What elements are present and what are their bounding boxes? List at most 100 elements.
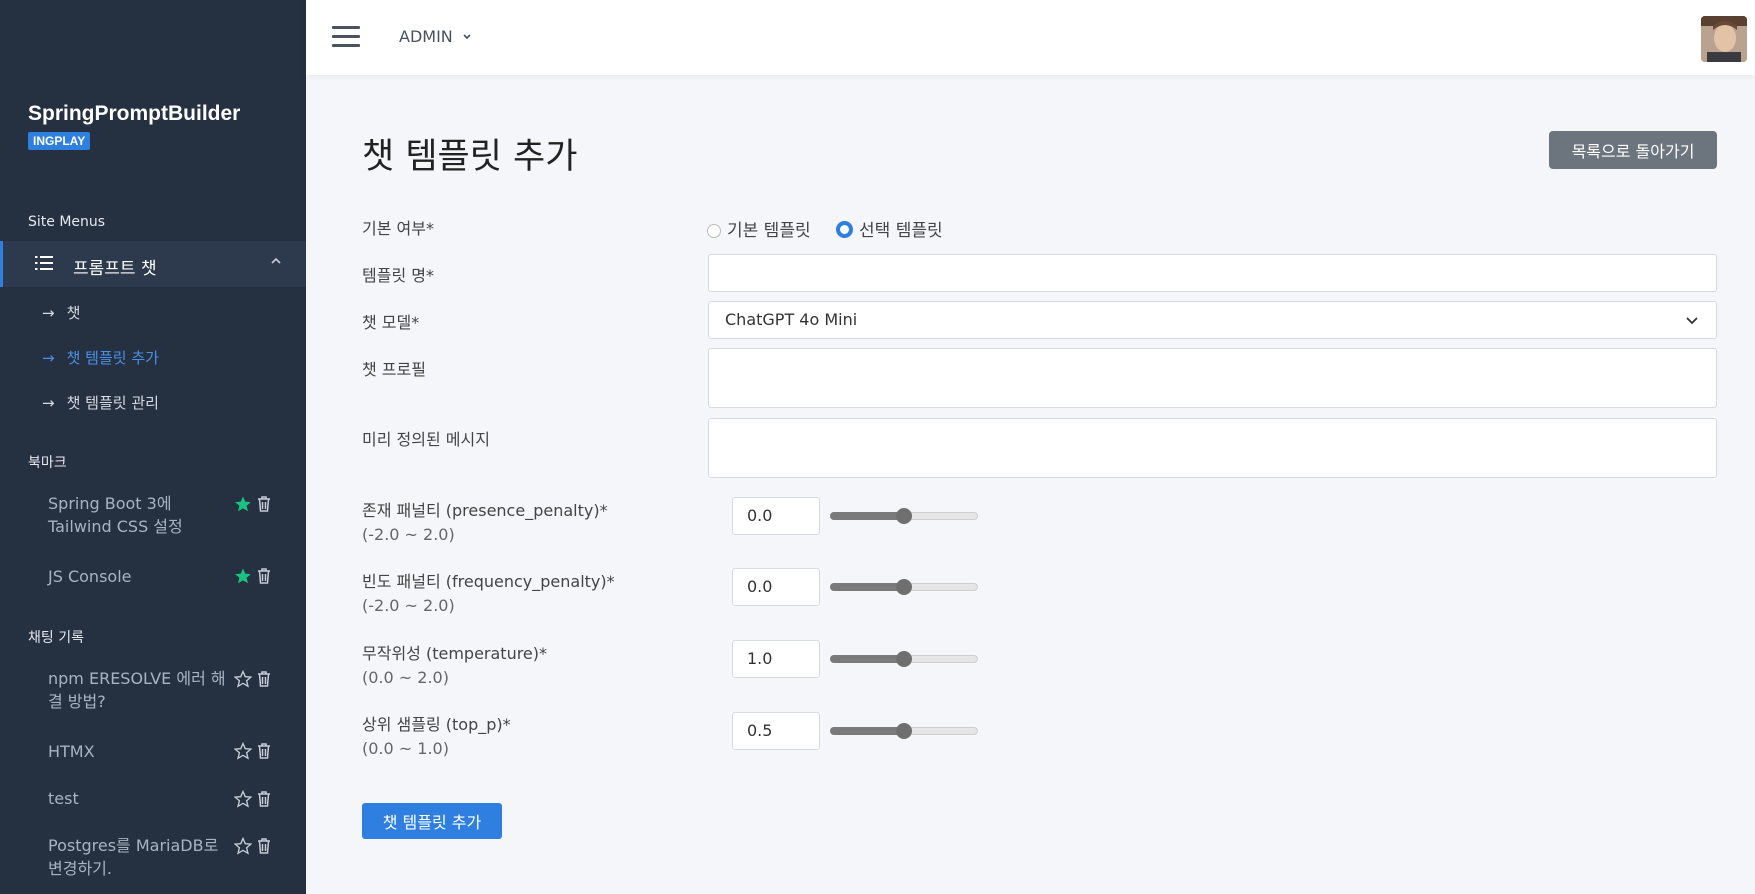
chevron-down-icon [1686, 317, 1698, 325]
admin-dropdown[interactable]: ADMIN [399, 27, 472, 46]
arrow-right-icon: → [42, 349, 55, 367]
model-select-value: ChatGPT 4o Mini [725, 310, 858, 329]
brand-badge: INGPLAY [28, 132, 91, 150]
star-filled-icon[interactable] [234, 495, 252, 513]
slider-thumb[interactable] [896, 579, 912, 595]
profile-label: 챗 프로필 [362, 360, 426, 379]
sidebar-item-chat[interactable]: → 챗 [42, 302, 80, 323]
hamburger-menu-icon[interactable] [332, 26, 360, 48]
star-outline-icon[interactable] [234, 790, 252, 808]
profile-textarea[interactable] [708, 348, 1717, 408]
radio-select-template[interactable]: 선택 템플릿 [836, 221, 943, 241]
topbar: ADMIN [306, 0, 1755, 75]
star-outline-icon[interactable] [234, 837, 252, 855]
frequency-penalty-slider[interactable] [830, 579, 978, 595]
bookmark-actions [234, 495, 274, 515]
chat-history-actions [234, 837, 274, 857]
chevron-down-icon [463, 34, 471, 40]
radio-circle-checked [836, 221, 854, 238]
trash-icon[interactable] [256, 837, 272, 855]
template-type-radio-group: 기본 템플릿 선택 템플릿 [707, 216, 943, 241]
star-filled-icon[interactable] [234, 567, 252, 585]
param-label: 빈도 패널티 (frequency_penalty)* [362, 572, 615, 591]
radio-label: 선택 템플릿 [859, 221, 943, 241]
sidebar-item-add-template[interactable]: → 챗 템플릿 추가 [42, 347, 159, 368]
sidebar-item-manage-templates[interactable]: → 챗 템플릿 관리 [42, 392, 159, 413]
list-icon [35, 256, 53, 270]
param-label: 상위 샘플링 (top_p)* [362, 715, 511, 734]
brand[interactable]: SpringPromptBuilder INGPLAY [28, 102, 240, 150]
default-label: 기본 여부* [362, 219, 434, 238]
sidebar-item-label: 챗 템플릿 관리 [66, 394, 159, 412]
frequency-penalty-label: 빈도 패널티 (frequency_penalty)* (-2.0 ~ 2.0) [362, 568, 615, 615]
avatar-image [1701, 16, 1747, 62]
chat-history-title: 채팅 기록 [28, 630, 84, 646]
bookmark-actions [234, 567, 274, 587]
star-outline-icon[interactable] [234, 742, 252, 760]
add-template-button[interactable]: 챗 템플릿 추가 [362, 803, 502, 839]
presence-penalty-input[interactable]: 0.0 [732, 497, 820, 535]
param-label: 무작위성 (temperature)* [362, 644, 548, 663]
param-range: (0.0 ~ 1.0) [362, 739, 449, 758]
sidebar-item-label: 챗 [66, 304, 81, 322]
chat-history-actions [234, 670, 274, 690]
chat-history-actions [234, 790, 274, 810]
slider-fill [830, 727, 904, 735]
top-p-slider[interactable] [830, 723, 978, 739]
sidebar-item-label: 챗 템플릿 추가 [66, 349, 159, 367]
slider-thumb[interactable] [896, 651, 912, 667]
presence-penalty-label: 존재 패널티 (presence_penalty)* (-2.0 ~ 2.0) [362, 497, 608, 544]
radio-label: 기본 템플릿 [727, 221, 811, 241]
model-label: 챗 모델* [362, 313, 420, 332]
top-p-label: 상위 샘플링 (top_p)* (0.0 ~ 1.0) [362, 711, 511, 758]
param-label: 존재 패널티 (presence_penalty)* [362, 501, 608, 520]
bookmarks-title: 북마크 [28, 455, 67, 471]
trash-icon[interactable] [256, 495, 272, 513]
bookmark-item[interactable]: Spring Boot 3에 Tailwind CSS 설정 [48, 492, 228, 538]
temperature-label: 무작위성 (temperature)* (0.0 ~ 2.0) [362, 640, 547, 687]
model-select[interactable]: ChatGPT 4o Mini [708, 301, 1717, 339]
slider-fill [830, 583, 904, 591]
frequency-penalty-input[interactable]: 0.0 [732, 568, 820, 606]
avatar[interactable] [1701, 16, 1747, 62]
temperature-input[interactable]: 1.0 [732, 640, 820, 678]
chevron-up-icon[interactable] [270, 255, 282, 267]
sidebar: SpringPromptBuilder INGPLAY Site Menus 프… [0, 0, 306, 894]
predefined-message-textarea[interactable] [708, 418, 1717, 478]
admin-label: ADMIN [399, 27, 453, 46]
radio-circle [707, 224, 721, 238]
param-range: (0.0 ~ 2.0) [362, 668, 449, 687]
chat-history-actions [234, 742, 274, 762]
presence-penalty-slider[interactable] [830, 508, 978, 524]
temperature-slider[interactable] [830, 651, 978, 667]
template-name-label: 템플릿 명* [362, 266, 434, 285]
site-menus-title: Site Menus [28, 214, 106, 230]
radio-default-template[interactable]: 기본 템플릿 [707, 221, 811, 241]
slider-thumb[interactable] [896, 508, 912, 524]
template-name-input[interactable] [708, 254, 1717, 292]
back-to-list-button[interactable]: 목록으로 돌아가기 [1549, 131, 1717, 169]
menu-prompt-chat[interactable]: 프롬프트 챗 [0, 241, 306, 287]
top-p-input[interactable]: 0.5 [732, 712, 820, 750]
chat-history-item[interactable]: npm ERESOLVE 에러 해결 방법? [48, 667, 228, 713]
slider-fill [830, 512, 904, 520]
page-title: 챗 템플릿 추가 [362, 137, 578, 177]
slider-thumb[interactable] [896, 723, 912, 739]
predefined-message-label: 미리 정의된 메시지 [362, 430, 490, 449]
chat-history-item[interactable]: test [48, 787, 228, 810]
trash-icon[interactable] [256, 790, 272, 808]
arrow-right-icon: → [42, 394, 55, 412]
bookmark-item[interactable]: JS Console [48, 565, 228, 588]
menu-prompt-chat-label: 프롬프트 챗 [73, 259, 157, 279]
chat-history-item[interactable]: HTMX [48, 740, 228, 763]
param-range: (-2.0 ~ 2.0) [362, 596, 455, 615]
slider-fill [830, 655, 904, 663]
star-outline-icon[interactable] [234, 670, 252, 688]
param-range: (-2.0 ~ 2.0) [362, 525, 455, 544]
chat-history-item[interactable]: Postgres를 MariaDB로 변경하기. [48, 834, 228, 880]
trash-icon[interactable] [256, 567, 272, 585]
trash-icon[interactable] [256, 670, 272, 688]
trash-icon[interactable] [256, 742, 272, 760]
brand-name[interactable]: SpringPromptBuilder [28, 102, 240, 126]
arrow-right-icon: → [42, 304, 55, 322]
